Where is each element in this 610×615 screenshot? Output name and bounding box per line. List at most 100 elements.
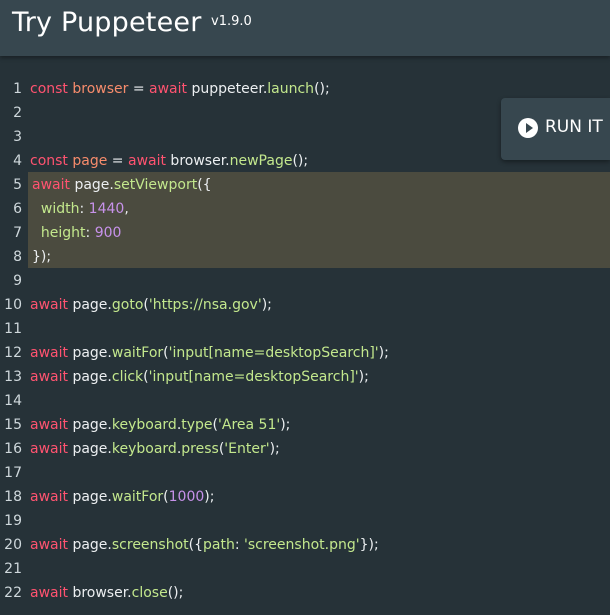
code-line[interactable]: 17 — [0, 461, 610, 485]
code-token: ); — [204, 489, 215, 505]
line-number: 6 — [13, 201, 22, 217]
line-number: 2 — [13, 105, 22, 121]
code-token: 'input[name=desktopSearch]' — [168, 345, 379, 361]
line-number: 7 — [13, 225, 22, 241]
code-token: page. — [68, 297, 112, 313]
code-token: keyboard — [111, 441, 177, 457]
code-line[interactable]: 18 await page.waitFor(1000); — [0, 485, 610, 509]
code-token: (); — [292, 153, 309, 169]
code-token: 'Enter' — [224, 441, 270, 457]
code-line[interactable]: 11 — [0, 317, 610, 341]
code-token: 'input[name=desktopSearch]' — [148, 369, 359, 385]
code-text: }); — [32, 245, 51, 269]
line-number: 10 — [4, 297, 22, 313]
code-token: page — [72, 153, 108, 169]
code-token: page. — [68, 537, 112, 553]
code-token: await — [30, 417, 68, 433]
code-text: const browser = await puppeteer.launch()… — [30, 77, 330, 101]
code-token: page. — [68, 441, 112, 457]
code-line[interactable]: 19 — [0, 509, 610, 533]
line-number: 21 — [4, 561, 22, 577]
line-number: 15 — [4, 417, 22, 433]
code-token: click — [111, 369, 144, 385]
code-line[interactable]: 20 await page.screenshot({path: 'screensh… — [0, 533, 610, 557]
code-token: ); — [261, 297, 272, 313]
code-line[interactable]: 15 await page.keyboard.type('Area 51'); — [0, 413, 610, 437]
code-token: await — [30, 489, 68, 505]
code-line[interactable]: 5 await page.setViewport({ — [0, 173, 610, 197]
run-it-label: RUN IT — [545, 117, 603, 137]
code-token: path — [203, 537, 235, 553]
line-number: 20 — [4, 537, 22, 553]
code-token: ({ — [188, 537, 204, 553]
code-token: : — [234, 537, 245, 553]
code-token: keyboard — [111, 417, 177, 433]
line-number: 14 — [4, 393, 22, 409]
line-number: 19 — [4, 513, 22, 529]
code-text: await page.screenshot({path: 'screenshot… — [30, 533, 379, 557]
code-text: const page = await browser.newPage(); — [30, 149, 308, 173]
code-token: press — [181, 441, 219, 457]
code-token: screenshot — [111, 537, 189, 553]
code-line[interactable]: 16 await page.keyboard.press('Enter'); — [0, 437, 610, 461]
run-it-button[interactable]: RUN IT — [501, 98, 610, 160]
code-text: height: 900 — [32, 221, 122, 245]
code-token: 'screenshot.png' — [244, 537, 360, 553]
code-token: ); — [378, 345, 389, 361]
code-line[interactable]: 13 await page.click('input[name=desktopSe… — [0, 365, 610, 389]
line-number: 12 — [4, 345, 22, 361]
code-token: }); — [359, 537, 379, 553]
code-token: page. — [70, 177, 114, 193]
line-number: 8 — [13, 249, 22, 265]
code-line[interactable]: 12 await page.waitFor('input[name=desktop… — [0, 341, 610, 365]
code-token: browser — [72, 81, 129, 97]
code-text: await page.keyboard.type('Area 51'); — [30, 413, 290, 437]
code-token: browser. — [68, 585, 132, 601]
code-line[interactable]: 21 — [0, 557, 610, 581]
code-token: height — [40, 225, 86, 241]
code-token: ); — [358, 369, 369, 385]
page-title: Try Puppeteer — [12, 7, 202, 38]
code-line[interactable]: 9 — [0, 269, 610, 293]
app-header: Try Puppeteer v1.9.0 — [0, 0, 610, 56]
code-token: ); — [269, 441, 280, 457]
line-number: 18 — [4, 489, 22, 505]
code-line[interactable]: 22 await browser.close(); — [0, 581, 610, 605]
version-label: v1.9.0 — [211, 14, 252, 29]
line-number: 4 — [13, 153, 22, 169]
code-token: = — [128, 81, 150, 97]
code-line[interactable]: 14 — [0, 389, 610, 413]
code-token: = — [107, 153, 128, 169]
code-text: await page.click('input[name=desktopSear… — [30, 365, 369, 389]
code-token: close — [131, 585, 168, 601]
code-token: page. — [68, 369, 112, 385]
code-token: 1000 — [168, 489, 205, 505]
line-number: 1 — [13, 81, 22, 97]
code-text: await page.waitFor('input[name=desktopSe… — [30, 341, 389, 365]
code-line[interactable]: 8}); — [0, 245, 610, 269]
code-token: const — [30, 153, 73, 169]
code-token: }); — [32, 249, 52, 265]
code-token: width — [40, 201, 80, 217]
code-line[interactable]: 10 await page.goto('https://nsa.gov'); — [0, 293, 610, 317]
code-text: await page.keyboard.press('Enter'); — [30, 437, 280, 461]
code-token: await — [32, 177, 70, 193]
code-token: page. — [68, 489, 112, 505]
code-token: newPage — [229, 153, 293, 169]
code-token: (); — [167, 585, 184, 601]
code-token: ({ — [197, 177, 212, 193]
code-line[interactable]: 7 height: 900 — [0, 221, 610, 245]
code-token: setViewport — [113, 177, 198, 193]
code-token: await — [30, 345, 68, 361]
line-number: 3 — [13, 129, 22, 145]
code-line[interactable]: 6 width: 1440, — [0, 197, 610, 221]
code-token: await — [30, 585, 68, 601]
code-token: : — [85, 225, 95, 241]
code-token: browser. — [165, 153, 230, 169]
code-token: (); — [314, 81, 330, 97]
code-token: waitFor — [111, 345, 164, 361]
code-token: await — [30, 441, 68, 457]
code-token: waitFor — [111, 489, 164, 505]
